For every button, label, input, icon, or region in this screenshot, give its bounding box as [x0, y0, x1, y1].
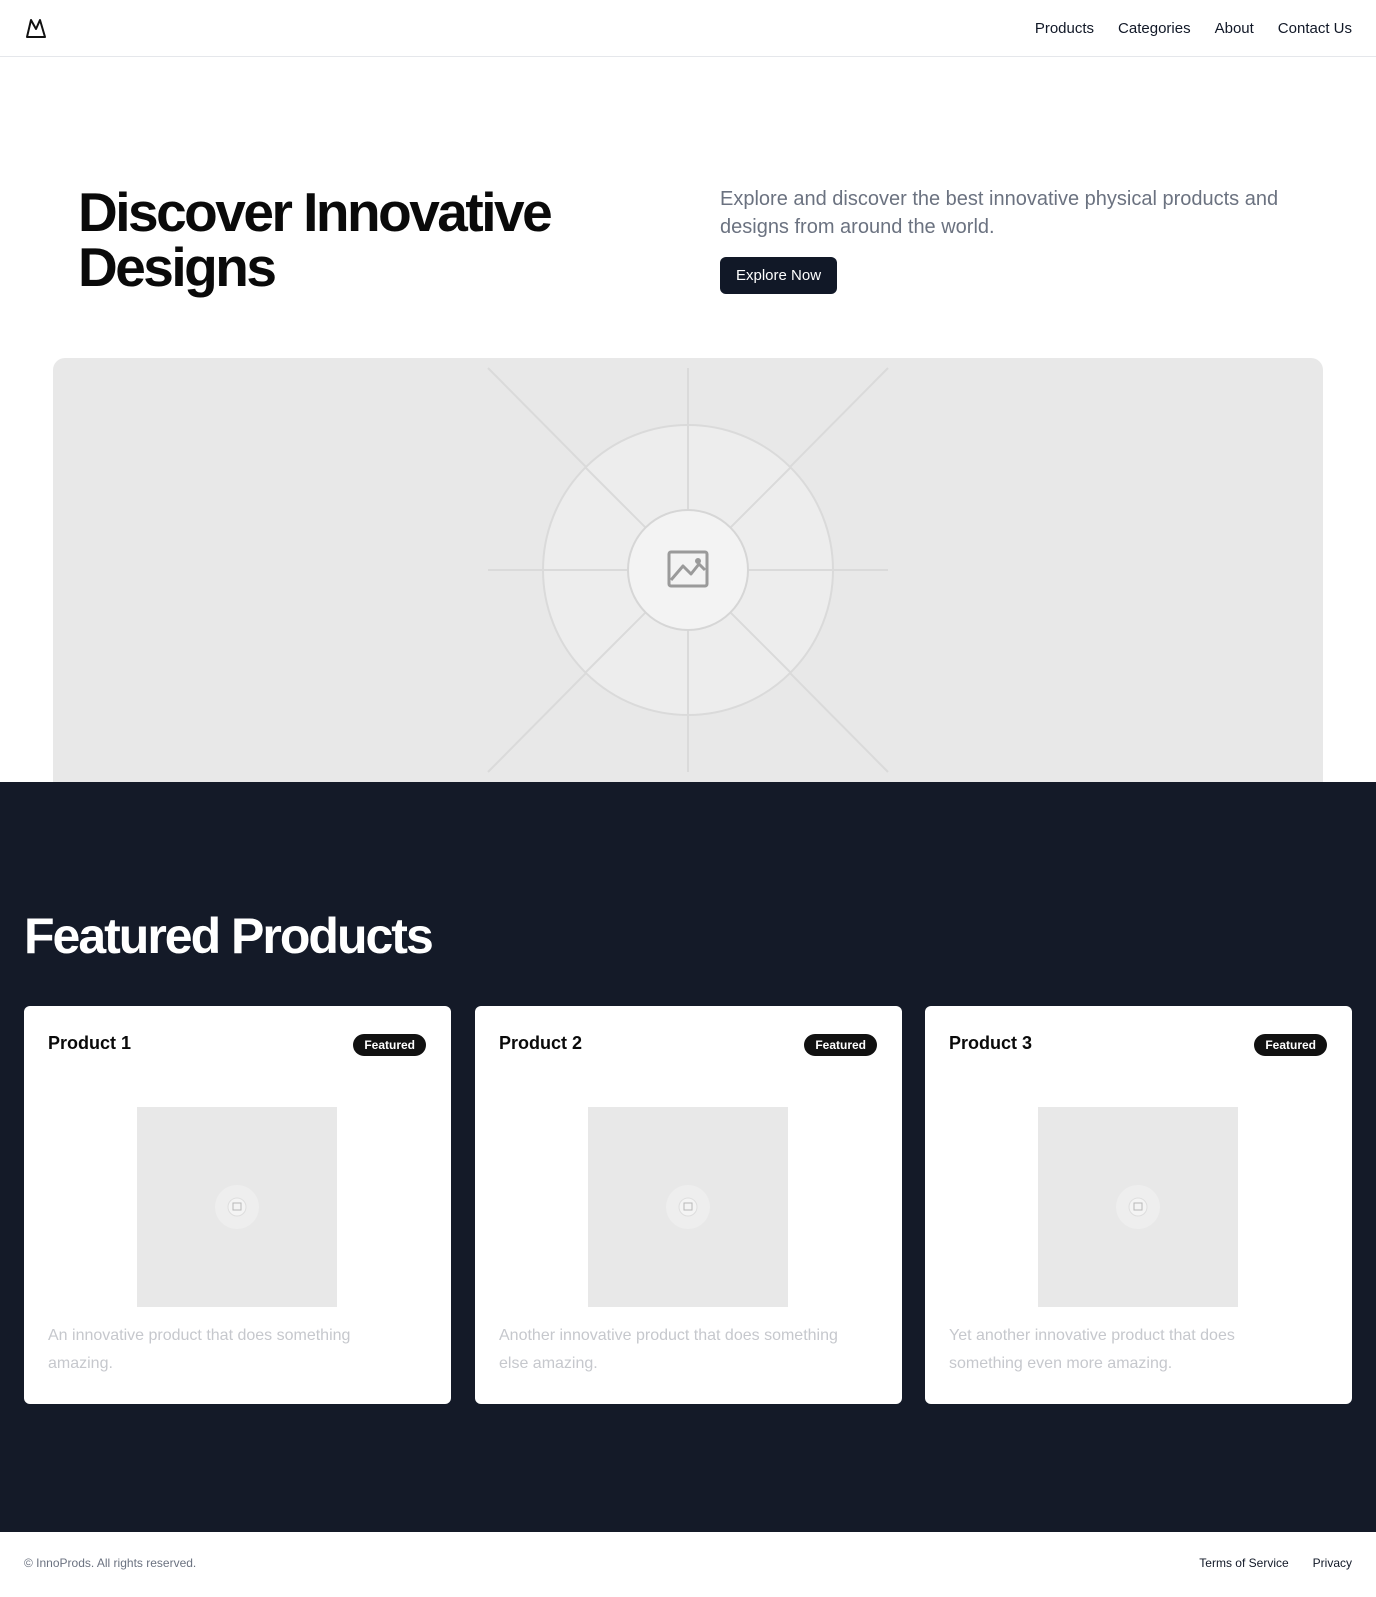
featured-products-title: Featured Products — [24, 908, 434, 964]
product-title[interactable]: Product 3 — [949, 1033, 1032, 1054]
hero-description: Explore and discover the best innovative… — [720, 188, 1279, 238]
explore-now-button[interactable]: Explore Now — [720, 257, 838, 294]
featured-badge: Featured — [353, 1034, 426, 1056]
copyright-text: © InnoProds. All rights reserved. — [24, 1556, 197, 1570]
footer-links: Terms of Service Privacy — [1199, 1556, 1352, 1570]
image-placeholder-icon — [1116, 1185, 1160, 1229]
featured-badge: Featured — [804, 1034, 877, 1056]
product-image-placeholder — [137, 1107, 337, 1307]
image-placeholder-icon — [666, 1185, 710, 1229]
product-card[interactable]: Product 3 Featured Yet another innovativ… — [925, 1006, 1352, 1404]
image-placeholder-graphic — [487, 367, 889, 773]
product-description: Yet another innovative product that does… — [949, 1327, 1235, 1372]
hero-title: Discover Innovative Designs — [78, 181, 553, 298]
product-image-placeholder — [1038, 1107, 1238, 1307]
product-description: An innovative product that does somethin… — [48, 1327, 351, 1372]
privacy-link[interactable]: Privacy — [1313, 1556, 1352, 1570]
product-card[interactable]: Product 2 Featured Another innovative pr… — [475, 1006, 902, 1404]
featured-badge: Featured — [1254, 1034, 1327, 1056]
site-header: Products Categories About Contact Us — [0, 0, 1376, 57]
product-title[interactable]: Product 2 — [499, 1033, 582, 1054]
image-placeholder-icon — [215, 1185, 259, 1229]
product-description: Another innovative product that does som… — [499, 1327, 838, 1372]
terms-of-service-link[interactable]: Terms of Service — [1199, 1556, 1288, 1570]
featured-products-section: Featured Products Product 1 Featured An … — [0, 782, 1376, 1532]
hero-image-placeholder — [53, 358, 1323, 782]
nav-categories[interactable]: Categories — [1118, 20, 1191, 37]
product-image-placeholder — [588, 1107, 788, 1307]
nav-contact-us[interactable]: Contact Us — [1278, 20, 1352, 37]
main-nav: Products Categories About Contact Us — [1035, 0, 1352, 56]
product-title[interactable]: Product 1 — [48, 1033, 131, 1054]
mountain-logo-icon[interactable] — [24, 16, 48, 40]
product-card[interactable]: Product 1 Featured An innovative product… — [24, 1006, 451, 1404]
nav-products[interactable]: Products — [1035, 20, 1094, 37]
nav-about[interactable]: About — [1215, 20, 1254, 37]
site-footer: © InnoProds. All rights reserved. Terms … — [0, 1532, 1376, 1597]
